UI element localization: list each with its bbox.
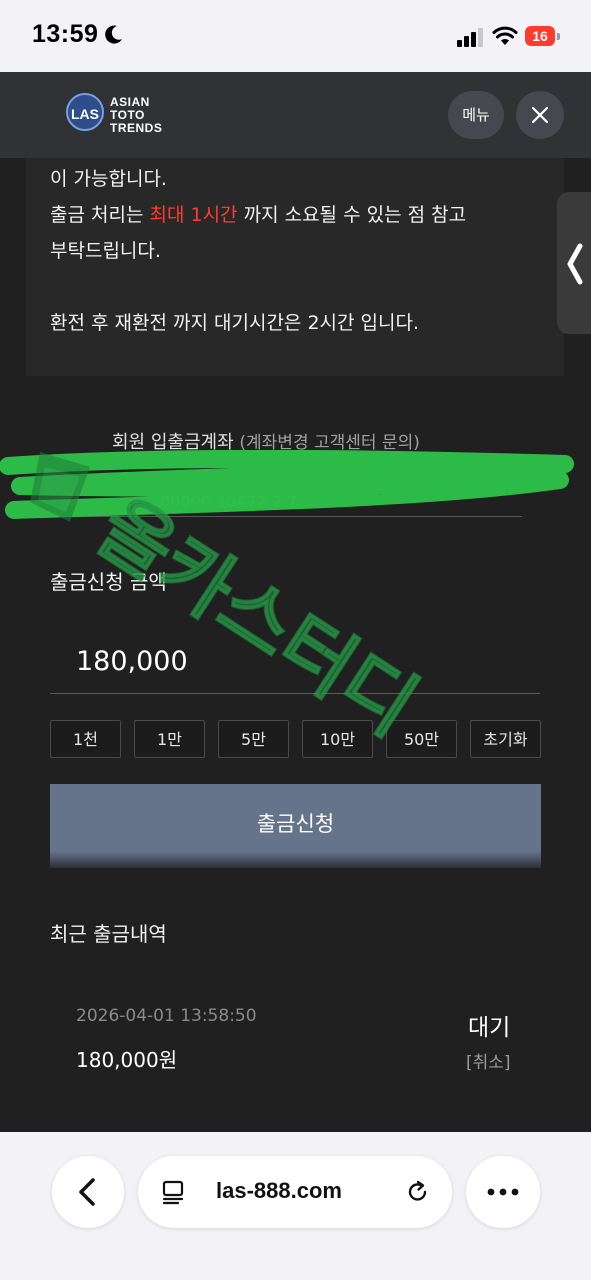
more-icon bbox=[487, 1188, 519, 1196]
notice-line-1: 이 가능합니다. bbox=[50, 168, 167, 190]
url-bar[interactable]: las-888.com bbox=[138, 1156, 452, 1228]
more-button[interactable] bbox=[466, 1156, 540, 1228]
status-time: 13:59 bbox=[32, 20, 99, 48]
amount-label: 출금신청 금액 bbox=[50, 570, 167, 594]
history-date: 2026-04-01 13:58:50 bbox=[76, 1006, 257, 1026]
quick-100k-button[interactable]: 10만 bbox=[302, 720, 373, 758]
url-text: las-888.com bbox=[216, 1178, 342, 1203]
notice-box: 이 가능합니다. 출금 처리는 최대 1시간 까지 소요될 수 있는 점 참고 … bbox=[26, 158, 564, 376]
history-cancel-link[interactable]: [취소] bbox=[466, 1048, 511, 1073]
history-title: 최근 출금내역 bbox=[50, 922, 167, 946]
chevron-left-icon bbox=[79, 1178, 95, 1206]
quick-amount-buttons: 1천 1만 5만 10만 50만 초기화 bbox=[50, 720, 541, 760]
history-status: 대기 bbox=[468, 1015, 511, 1041]
chevron-left-icon bbox=[567, 243, 583, 285]
notice-line-4: 환전 후 재환전 까지 대기시간은 2시간 입니다. bbox=[50, 312, 420, 334]
quick-50k-button[interactable]: 5만 bbox=[218, 720, 289, 758]
quick-1k-button[interactable]: 1천 bbox=[50, 720, 121, 758]
withdraw-submit-button[interactable]: 출금신청 bbox=[50, 784, 541, 868]
reset-amount-button[interactable]: 초기화 bbox=[470, 720, 541, 758]
withdraw-page: LAS ASIAN TOTO TRENDS 메뉴 이 가능합니다. 출금 처리는… bbox=[0, 72, 591, 1132]
browser-toolbar: las-888.com bbox=[0, 1132, 591, 1280]
notice-highlight: 최대 1시간 bbox=[149, 204, 238, 226]
notice-line-3: 부탁드립니다. bbox=[50, 240, 161, 262]
battery-icon: 16 bbox=[525, 26, 561, 48]
notice-line-2: 출금 처리는 최대 1시간 까지 소요될 수 있는 점 참고 bbox=[50, 204, 467, 226]
site-logo-text[interactable]: ASIAN TOTO TRENDS bbox=[110, 96, 180, 135]
site-logo-badge[interactable]: LAS bbox=[66, 93, 104, 131]
back-button[interactable] bbox=[52, 1156, 124, 1228]
close-button[interactable] bbox=[516, 91, 564, 139]
wifi-icon bbox=[492, 26, 518, 45]
signal-icon bbox=[457, 28, 483, 47]
quick-10k-button[interactable]: 1만 bbox=[134, 720, 205, 758]
battery-level: 16 bbox=[525, 26, 555, 46]
reload-icon[interactable] bbox=[404, 1178, 432, 1206]
site-header: LAS ASIAN TOTO TRENDS 메뉴 bbox=[0, 72, 591, 158]
quick-500k-button[interactable]: 50만 bbox=[386, 720, 457, 758]
history-amount: 180,000원 bbox=[76, 1048, 178, 1072]
close-icon bbox=[531, 106, 549, 124]
tab-list-icon[interactable] bbox=[160, 1178, 188, 1206]
redaction-scribble bbox=[0, 450, 574, 519]
menu-button[interactable]: 메뉴 bbox=[448, 91, 504, 139]
moon-icon bbox=[105, 25, 122, 44]
amount-input[interactable] bbox=[50, 630, 540, 694]
status-bar: 13:59 16 bbox=[0, 0, 591, 72]
